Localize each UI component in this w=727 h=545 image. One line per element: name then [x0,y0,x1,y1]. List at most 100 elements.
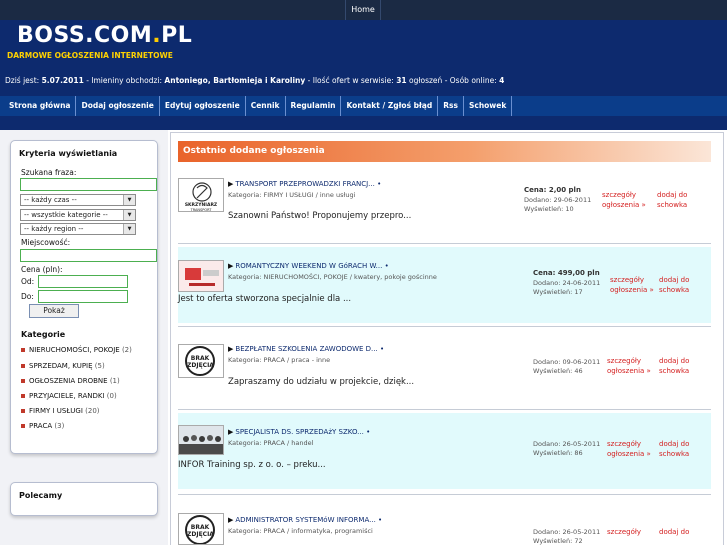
listing-thumbnail[interactable]: BRAK ZDJĘCIA [178,513,224,545]
add-to-clipboard-link[interactable]: dodaj do schowka [659,439,689,459]
category-count: (1) [109,377,120,385]
category-count: (2) [121,346,132,354]
category-count: (3) [54,422,65,430]
nav-add-ad[interactable]: Dodaj ogłoszenie [76,96,160,116]
listing-bullet: • [366,428,371,436]
triangle-right-icon: ▶ [228,428,234,436]
listing-description: Jest to oferta stworzona specjalnie dla … [178,294,352,304]
category-item[interactable]: OGŁOSZENIA DROBNE (1) [21,377,120,385]
listing-added: Dodano: 24-06-2011 [533,279,601,287]
show-button[interactable]: Pokaż [29,304,79,318]
no-photo-icon: BRAK ZDJĘCIA [185,346,215,376]
listing-title[interactable]: ▶ TRANSPORT PRZEPROWADZKI FRANCJ... • [228,180,381,188]
thumb-subtext: TRANSPORT [190,208,212,212]
category-count: (5) [94,362,105,370]
online-count: 4 [499,76,505,85]
listing-title[interactable]: ▶ BEZPŁATNE SZKOLENIA ZAWODOWE D... • [228,345,384,353]
bullet-icon [21,364,25,368]
no-photo-text: BRAK [190,355,210,362]
details-link-text: szczegóły [607,440,642,448]
filter-title: Kryteria wyświetlania [19,149,118,158]
add-link-text2: schowka [659,367,690,375]
chevron-down-icon: ▼ [123,210,135,220]
chevron-down-icon: ▼ [123,195,135,205]
listing-bullet: • [378,516,383,524]
details-link[interactable]: szczegóły ogłoszenia » [607,439,651,459]
listing-price: Cena: 499,00 pln [533,269,600,277]
triangle-right-icon: ▶ [228,345,234,353]
category-item[interactable]: NIERUCHOMOŚCI, POKOJE (2) [21,346,132,354]
details-link[interactable]: szczegóły [607,527,641,537]
listing-category: Kategoria: PRACA / informatyka, programi… [228,527,373,535]
nav-rules[interactable]: Regulamin [286,96,342,116]
home-link[interactable]: Home [345,0,381,20]
nav-rss[interactable]: Rss [438,96,464,116]
details-link[interactable]: szczegóły ogłoszenia » [610,275,654,295]
category-item[interactable]: FIRMY I USŁUGI (20) [21,407,100,415]
filter-panel: Kryteria wyświetlania Szukana fraza: -- … [10,140,158,454]
time-select[interactable]: -- każdy czas -- ▼ [20,194,136,206]
listing-thumbnail[interactable] [178,260,224,292]
listing-title-text: SPECJALISTA DS. SPRZEDAżY SZKO... [235,428,364,436]
listing-added: Dodano: 29-06-2011 [524,196,592,204]
price-from-input[interactable] [38,275,128,288]
category-name: FIRMY I USŁUGI [29,407,83,415]
details-link[interactable]: szczegóły ogłoszenia » [602,190,646,210]
category-select[interactable]: -- wszystkie kategorie -- ▼ [20,209,136,221]
listing-thumbnail[interactable]: SKRZYNIARZ TRANSPORT [178,178,224,212]
add-link-text: dodaj do [657,191,688,199]
details-link-text2: ogłoszenia » [602,201,646,209]
add-link-text: dodaj do [659,528,690,536]
listing-views: Wyświetleń: 46 [533,367,583,375]
nav-edit-ad[interactable]: Edytuj ogłoszenie [160,96,246,116]
listing-divider [178,409,711,410]
details-link-text: szczegóły [602,191,637,199]
listing: SKRZYNIARZ TRANSPORT ▶ TRANSPORT PRZEPROW… [178,172,711,240]
nav-clipboard[interactable]: Schowek [464,96,513,116]
listing-title[interactable]: ▶ ADMINISTRATOR SYSTEMóW INFORMA... • [228,516,382,524]
main-nav: Strona główna Dodaj ogłoszenie Edytuj og… [0,96,727,116]
details-link-text: szczegóły [607,528,642,536]
nav-contact[interactable]: Kontakt / Zgłoś błąd [341,96,439,116]
add-link-text2: schowka [659,450,690,458]
add-to-clipboard-link[interactable]: dodaj do schowka [659,356,689,376]
add-link-text2: schowka [657,201,688,209]
add-to-clipboard-link[interactable]: dodaj do schowka [657,190,687,210]
listing-added: Dodano: 26-05-2011 [533,440,601,448]
today-label: Dziś jest: [5,76,40,85]
listing-title-text: TRANSPORT PRZEPROWADZKI FRANCJ... [235,180,375,188]
listing-category: Kategoria: NIERUCHOMOŚCI, POKOJE / kwate… [228,273,437,281]
logo-dot: . [152,23,162,48]
price-to-input[interactable] [38,290,128,303]
add-to-clipboard-link[interactable]: dodaj do schowka [659,275,689,295]
listing-views: Wyświetleń: 86 [533,449,583,457]
top-bar: Home [0,0,727,20]
categories-title: Kategorie [21,330,66,339]
region-select[interactable]: -- każdy region -- ▼ [20,223,136,235]
category-item[interactable]: PRZYJACIELE, RANDKI (0) [21,392,117,400]
nav-pricing[interactable]: Cennik [246,96,286,116]
offers-label: - Ilość ofert w serwisie: [307,76,394,85]
recommended-title: Polecamy [19,491,63,500]
listing-title-text: ROMANTYCZNY WEEKEND W GóRACH W... [235,262,383,270]
listing-title[interactable]: ▶ ROMANTYCZNY WEEKEND W GóRACH W... • [228,262,389,270]
nav-home[interactable]: Strona główna [4,96,77,116]
add-to-clipboard-link[interactable]: dodaj do [659,527,689,537]
category-item[interactable]: PRACA (3) [21,422,64,430]
listing-divider [178,494,711,495]
listing-thumbnail[interactable] [178,425,224,455]
city-input[interactable] [20,249,157,262]
listing-thumbnail[interactable]: BRAK ZDJĘCIA [178,344,224,378]
site-logo[interactable]: BOSS.COM.PL [17,23,192,48]
details-link-text: szczegóły [610,276,645,284]
category-name: PRACA [29,422,53,430]
listing-category: Kategoria: FIRMY I USŁUGI / inne usługi [228,191,356,199]
phrase-input[interactable] [20,178,157,191]
category-item[interactable]: SPRZEDAM, KUPIĘ (5) [21,362,105,370]
region-select-value: -- każdy region -- [24,225,84,233]
listing: ▶ ROMANTYCZNY WEEKEND W GóRACH W... • Kat… [178,247,711,323]
listing-title[interactable]: ▶ SPECJALISTA DS. SPRZEDAżY SZKO... • [228,428,370,436]
listing-description: Zapraszamy do udziału w projekcie, dzięk… [228,377,415,387]
details-link[interactable]: szczegóły ogłoszenia » [607,356,651,376]
